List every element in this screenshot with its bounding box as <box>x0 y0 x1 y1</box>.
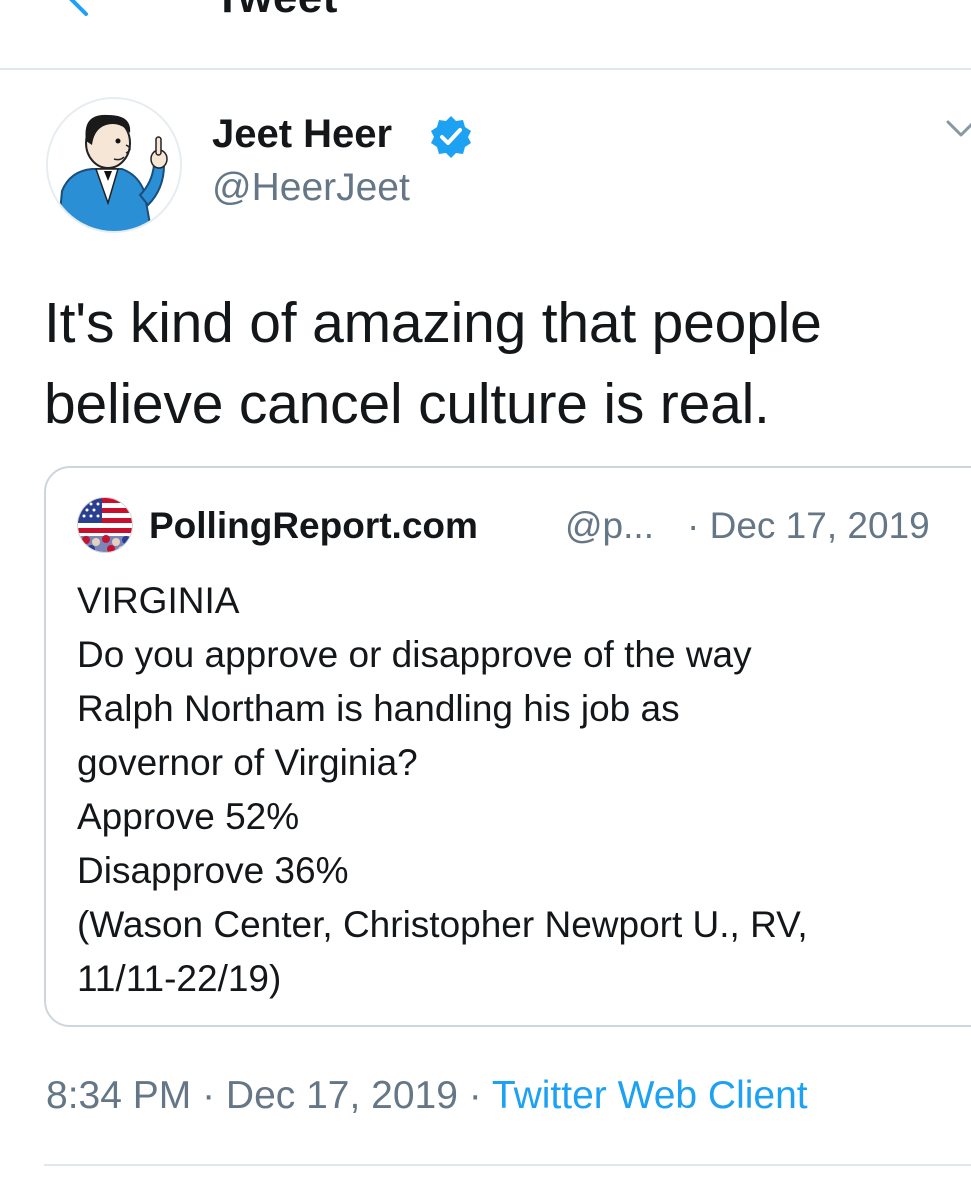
quoted-line: VIRGINIA <box>77 580 240 621</box>
top-nav-bar: Tweet <box>0 0 971 70</box>
quoted-line: (Wason Center, Christopher Newport U., R… <box>77 904 808 945</box>
back-button[interactable] <box>58 0 98 18</box>
quoted-line: Approve 52% <box>77 796 300 837</box>
verified-badge-icon <box>431 116 471 158</box>
author-name[interactable]: Jeet Heer <box>212 112 392 157</box>
divider <box>44 1164 971 1166</box>
back-arrow-icon <box>69 0 88 16</box>
tweet-date: Dec 17, 2019 <box>225 1074 458 1117</box>
page-title: Tweet <box>214 0 338 23</box>
author-handle: @HeerJeet <box>212 166 410 209</box>
quoted-author-avatar <box>77 497 133 553</box>
quoted-author-name: PollingReport.com <box>149 505 478 546</box>
meta-separator: · <box>191 1074 226 1117</box>
tweet-text: It's kind of amazing that people believe… <box>44 291 822 436</box>
quoted-tweet-card[interactable]: PollingReport.com @p... · Dec 17, 2019 V… <box>44 466 971 1027</box>
quoted-line: 11/11-22/19) <box>77 958 282 999</box>
meta-separator: · <box>457 1074 492 1117</box>
quoted-tweet-text: VIRGINIA Do you approve or disapprove of… <box>77 574 971 1006</box>
quoted-author-handle: @p... <box>565 505 654 546</box>
chevron-down-icon[interactable] <box>946 118 971 140</box>
author-avatar[interactable] <box>46 97 182 233</box>
quoted-line: Ralph Northam is handling his job as <box>77 688 680 729</box>
us-flag-icon <box>78 498 132 552</box>
quoted-tweet-date: · Dec 17, 2019 <box>687 505 930 546</box>
tweet-source-link[interactable]: Twitter Web Client <box>492 1074 808 1117</box>
quoted-line: governor of Virginia? <box>77 742 418 783</box>
quoted-line: Disapprove 36% <box>77 850 349 891</box>
cartoon-avatar-icon <box>48 99 180 231</box>
tweet-time: 8:34 PM <box>46 1074 192 1117</box>
quoted-line: Do you approve or disapprove of the way <box>77 634 752 675</box>
tweet-meta: 8:34 PM · Dec 17, 2019 · Twitter Web Cli… <box>46 1074 808 1118</box>
